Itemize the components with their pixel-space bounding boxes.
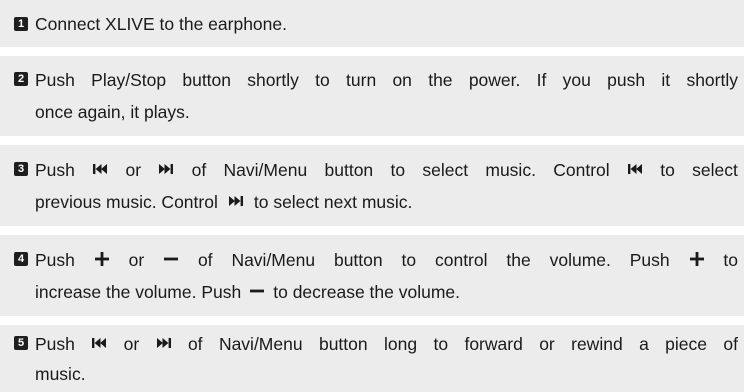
skip-next-icon bbox=[228, 195, 243, 206]
skip-previous-icon bbox=[627, 163, 642, 174]
step-3-line-1: 3 Push or of Navi/Menu button to select m… bbox=[14, 154, 738, 186]
step-number-badge: 2 bbox=[14, 72, 28, 86]
plus-icon bbox=[94, 251, 109, 266]
step-number-badge: 4 bbox=[14, 251, 28, 266]
step-1: 1 Connect XLIVE to the earphone. bbox=[0, 0, 744, 47]
step-4-line-2: increase the volume. Push to decrease th… bbox=[35, 281, 461, 302]
step-1-text: Connect XLIVE to the earphone. bbox=[35, 13, 287, 34]
step-2: 2 Push Play/Stop button shortly to turn o… bbox=[0, 56, 744, 136]
skip-previous-icon bbox=[92, 337, 107, 348]
skip-next-icon bbox=[159, 163, 174, 174]
step-5-line-2: music. bbox=[35, 363, 86, 384]
step-2-line-2: once again, it plays. bbox=[35, 102, 190, 122]
step-5: 5 Push or of Navi/Menu button long to for… bbox=[0, 325, 744, 392]
step-2-line-1: 2 Push Play/Stop button shortly to turn o… bbox=[14, 64, 738, 96]
step-number-badge: 5 bbox=[14, 335, 28, 350]
minus-icon bbox=[250, 289, 265, 292]
minus-icon bbox=[164, 257, 179, 260]
instruction-steps: 1 Connect XLIVE to the earphone. 2 Push Pl… bbox=[0, 0, 744, 392]
step-number-badge: 1 bbox=[14, 16, 28, 31]
step-5-line-1: 5 Push or of Navi/Menu button long to for… bbox=[14, 329, 738, 359]
skip-next-icon bbox=[156, 337, 171, 348]
plus-icon bbox=[689, 251, 704, 266]
step-3-line-2: previous music. Control to select next m… bbox=[35, 191, 413, 212]
step-3: 3 Push or of Navi/Menu button to select m… bbox=[0, 145, 744, 226]
step-1-line-1: 1 Connect XLIVE to the earphone. bbox=[14, 8, 738, 40]
step-number-badge: 3 bbox=[14, 161, 28, 176]
skip-previous-icon bbox=[93, 163, 108, 174]
step-4: 4 Push or of Navi/Menu button to control … bbox=[0, 235, 744, 316]
step-4-line-1: 4 Push or of Navi/Menu button to control … bbox=[14, 244, 738, 276]
